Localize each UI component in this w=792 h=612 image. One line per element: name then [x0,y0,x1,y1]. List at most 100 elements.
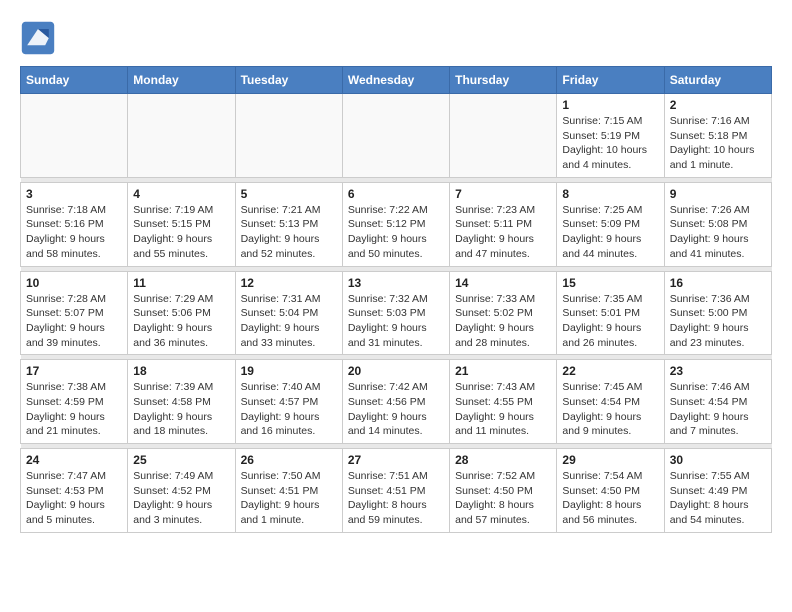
day-info: Sunrise: 7:16 AM Sunset: 5:18 PM Dayligh… [670,114,766,173]
day-number: 13 [348,276,444,290]
day-number: 20 [348,364,444,378]
calendar-cell: 7 Sunrise: 7:23 AM Sunset: 5:11 PM Daylig… [450,182,557,266]
day-number: 25 [133,453,229,467]
calendar-cell: 3 Sunrise: 7:18 AM Sunset: 5:16 PM Daylig… [21,182,128,266]
calendar-cell: 12 Sunrise: 7:31 AM Sunset: 5:04 PM Dayli… [235,271,342,355]
day-number: 7 [455,187,551,201]
day-info: Sunrise: 7:49 AM Sunset: 4:52 PM Dayligh… [133,469,229,528]
day-info: Sunrise: 7:29 AM Sunset: 5:06 PM Dayligh… [133,292,229,351]
calendar-week-row-3: 17 Sunrise: 7:38 AM Sunset: 4:59 PM Dayli… [21,360,772,444]
calendar-week-row-0: 1Sunrise: 7:15 AM Sunset: 5:19 PM Daylig… [21,94,772,178]
day-info: Sunrise: 7:21 AM Sunset: 5:13 PM Dayligh… [241,203,337,262]
day-info: Sunrise: 7:32 AM Sunset: 5:03 PM Dayligh… [348,292,444,351]
calendar-cell: 1Sunrise: 7:15 AM Sunset: 5:19 PM Daylig… [557,94,664,178]
day-info: Sunrise: 7:54 AM Sunset: 4:50 PM Dayligh… [562,469,658,528]
day-number: 21 [455,364,551,378]
calendar-cell [450,94,557,178]
day-info: Sunrise: 7:55 AM Sunset: 4:49 PM Dayligh… [670,469,766,528]
day-info: Sunrise: 7:33 AM Sunset: 5:02 PM Dayligh… [455,292,551,351]
day-number: 27 [348,453,444,467]
day-number: 30 [670,453,766,467]
calendar-cell: 24Sunrise: 7:47 AM Sunset: 4:53 PM Dayli… [21,449,128,533]
calendar-cell [21,94,128,178]
day-info: Sunrise: 7:52 AM Sunset: 4:50 PM Dayligh… [455,469,551,528]
weekday-header-monday: Monday [128,67,235,94]
day-number: 6 [348,187,444,201]
day-info: Sunrise: 7:25 AM Sunset: 5:09 PM Dayligh… [562,203,658,262]
day-info: Sunrise: 7:42 AM Sunset: 4:56 PM Dayligh… [348,380,444,439]
day-info: Sunrise: 7:51 AM Sunset: 4:51 PM Dayligh… [348,469,444,528]
day-number: 2 [670,98,766,112]
day-number: 23 [670,364,766,378]
day-info: Sunrise: 7:19 AM Sunset: 5:15 PM Dayligh… [133,203,229,262]
day-info: Sunrise: 7:28 AM Sunset: 5:07 PM Dayligh… [26,292,122,351]
day-info: Sunrise: 7:23 AM Sunset: 5:11 PM Dayligh… [455,203,551,262]
calendar-cell: 18Sunrise: 7:39 AM Sunset: 4:58 PM Dayli… [128,360,235,444]
weekday-header-friday: Friday [557,67,664,94]
calendar-cell: 8Sunrise: 7:25 AM Sunset: 5:09 PM Daylig… [557,182,664,266]
day-number: 29 [562,453,658,467]
day-number: 14 [455,276,551,290]
day-number: 18 [133,364,229,378]
day-info: Sunrise: 7:35 AM Sunset: 5:01 PM Dayligh… [562,292,658,351]
day-number: 19 [241,364,337,378]
calendar-cell: 22Sunrise: 7:45 AM Sunset: 4:54 PM Dayli… [557,360,664,444]
day-info: Sunrise: 7:46 AM Sunset: 4:54 PM Dayligh… [670,380,766,439]
day-number: 15 [562,276,658,290]
day-info: Sunrise: 7:50 AM Sunset: 4:51 PM Dayligh… [241,469,337,528]
calendar-cell: 6 Sunrise: 7:22 AM Sunset: 5:12 PM Daylig… [342,182,449,266]
calendar-week-row-4: 24Sunrise: 7:47 AM Sunset: 4:53 PM Dayli… [21,449,772,533]
weekday-header-sunday: Sunday [21,67,128,94]
weekday-header-thursday: Thursday [450,67,557,94]
day-number: 26 [241,453,337,467]
day-info: Sunrise: 7:31 AM Sunset: 5:04 PM Dayligh… [241,292,337,351]
day-info: Sunrise: 7:22 AM Sunset: 5:12 PM Dayligh… [348,203,444,262]
calendar-cell: 5 Sunrise: 7:21 AM Sunset: 5:13 PM Daylig… [235,182,342,266]
day-number: 5 [241,187,337,201]
calendar-cell: 21 Sunrise: 7:43 AM Sunset: 4:55 PM Dayli… [450,360,557,444]
day-number: 1 [562,98,658,112]
calendar-cell [342,94,449,178]
calendar-cell: 10 Sunrise: 7:28 AM Sunset: 5:07 PM Dayli… [21,271,128,355]
calendar-cell: 27 Sunrise: 7:51 AM Sunset: 4:51 PM Dayli… [342,449,449,533]
calendar-cell: 9 Sunrise: 7:26 AM Sunset: 5:08 PM Daylig… [664,182,771,266]
day-info: Sunrise: 7:26 AM Sunset: 5:08 PM Dayligh… [670,203,766,262]
weekday-header-saturday: Saturday [664,67,771,94]
day-info: Sunrise: 7:43 AM Sunset: 4:55 PM Dayligh… [455,380,551,439]
day-info: Sunrise: 7:38 AM Sunset: 4:59 PM Dayligh… [26,380,122,439]
day-info: Sunrise: 7:18 AM Sunset: 5:16 PM Dayligh… [26,203,122,262]
day-number: 28 [455,453,551,467]
weekday-header-wednesday: Wednesday [342,67,449,94]
calendar-cell: 19Sunrise: 7:40 AM Sunset: 4:57 PM Dayli… [235,360,342,444]
day-number: 4 [133,187,229,201]
calendar-cell: 2 Sunrise: 7:16 AM Sunset: 5:18 PM Daylig… [664,94,771,178]
calendar-cell: 30 Sunrise: 7:55 AM Sunset: 4:49 PM Dayli… [664,449,771,533]
calendar-header-row: SundayMondayTuesdayWednesdayThursdayFrid… [21,67,772,94]
calendar-cell: 11Sunrise: 7:29 AM Sunset: 5:06 PM Dayli… [128,271,235,355]
calendar-week-row-1: 3 Sunrise: 7:18 AM Sunset: 5:16 PM Daylig… [21,182,772,266]
day-number: 17 [26,364,122,378]
day-info: Sunrise: 7:36 AM Sunset: 5:00 PM Dayligh… [670,292,766,351]
day-info: Sunrise: 7:45 AM Sunset: 4:54 PM Dayligh… [562,380,658,439]
calendar-cell: 17 Sunrise: 7:38 AM Sunset: 4:59 PM Dayli… [21,360,128,444]
calendar-cell [235,94,342,178]
calendar-cell: 29 Sunrise: 7:54 AM Sunset: 4:50 PM Dayli… [557,449,664,533]
logo [20,20,62,56]
calendar-cell: 20 Sunrise: 7:42 AM Sunset: 4:56 PM Dayli… [342,360,449,444]
day-number: 9 [670,187,766,201]
calendar-cell: 13 Sunrise: 7:32 AM Sunset: 5:03 PM Dayli… [342,271,449,355]
calendar-cell: 23 Sunrise: 7:46 AM Sunset: 4:54 PM Dayli… [664,360,771,444]
calendar-cell: 26 Sunrise: 7:50 AM Sunset: 4:51 PM Dayli… [235,449,342,533]
logo-icon [20,20,56,56]
day-number: 12 [241,276,337,290]
day-number: 3 [26,187,122,201]
calendar-cell: 28 Sunrise: 7:52 AM Sunset: 4:50 PM Dayli… [450,449,557,533]
calendar-body: 1Sunrise: 7:15 AM Sunset: 5:19 PM Daylig… [21,94,772,533]
day-number: 10 [26,276,122,290]
calendar-cell: 16Sunrise: 7:36 AM Sunset: 5:00 PM Dayli… [664,271,771,355]
calendar-cell: 4 Sunrise: 7:19 AM Sunset: 5:15 PM Daylig… [128,182,235,266]
page-header [20,20,772,56]
weekday-header-tuesday: Tuesday [235,67,342,94]
calendar-cell [128,94,235,178]
calendar-cell: 15 Sunrise: 7:35 AM Sunset: 5:01 PM Dayli… [557,271,664,355]
